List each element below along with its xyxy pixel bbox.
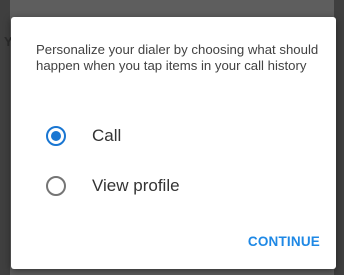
option-view-profile[interactable]: View profile [11, 164, 336, 208]
option-call-label: Call [92, 126, 122, 145]
option-view-profile-label: View profile [92, 176, 180, 195]
option-call[interactable]: Call [11, 114, 336, 158]
radio-view-profile[interactable] [46, 176, 66, 196]
continue-button[interactable]: CONTINUE [246, 229, 322, 253]
radio-call[interactable] [46, 126, 66, 146]
radio-selected-dot-icon [51, 131, 61, 141]
call-history-tap-dialog: Personalize your dialer by choosing what… [11, 17, 336, 269]
dialog-message: Personalize your dialer by choosing what… [36, 42, 319, 73]
